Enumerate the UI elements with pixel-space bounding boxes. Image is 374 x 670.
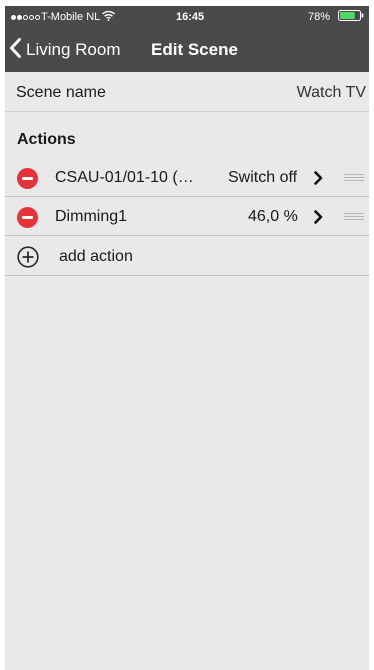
clock: 16:45 [176,11,205,23]
drag-handle-icon[interactable] [344,174,364,182]
screen: T-Mobile NL 16:45 78% Living Room Edit S… [5,6,369,670]
scene-name-row[interactable]: Scene name Watch TV [5,74,369,112]
carrier-name: T-Mobile NL [41,11,101,23]
signal-dot [11,14,16,20]
wifi-icon [102,10,115,25]
signal-dot [17,14,22,20]
actions-section-header: Actions [17,131,76,148]
add-action-label: add action [59,248,133,265]
add-action-button[interactable]: add action [5,237,369,276]
action-row[interactable]: CSAU-01/01-10 (… Switch off [5,159,369,197]
signal-dot [29,14,34,20]
minus-circle-icon[interactable] [17,168,38,189]
action-name: CSAU-01/01-10 (… [55,169,194,186]
action-row[interactable]: Dimming1 46,0 % [5,198,369,236]
signal-dot [23,14,28,20]
battery-percentage: 78% [308,11,331,23]
signal-dot [35,14,40,20]
back-button[interactable]: Living Room [9,28,121,72]
chevron-right-icon[interactable] [314,210,323,229]
navigation-bar: Living Room Edit Scene [5,28,369,72]
chevron-right-icon[interactable] [314,171,323,190]
action-value: 46,0 % [248,208,298,225]
scene-name-label: Scene name [16,84,106,101]
action-value: Switch off [228,169,298,186]
plus-circle-icon [17,246,39,273]
minus-circle-icon[interactable] [17,207,38,228]
battery-icon [338,10,364,25]
signal-strength-icon [11,10,40,24]
back-label: Living Room [26,40,121,59]
status-bar: T-Mobile NL 16:45 78% [5,6,369,28]
scene-name-value[interactable]: Watch TV [297,74,366,112]
chevron-left-icon [9,37,22,63]
drag-handle-icon[interactable] [344,213,364,221]
action-name: Dimming1 [55,208,128,225]
page-title: Edit Scene [151,40,238,59]
